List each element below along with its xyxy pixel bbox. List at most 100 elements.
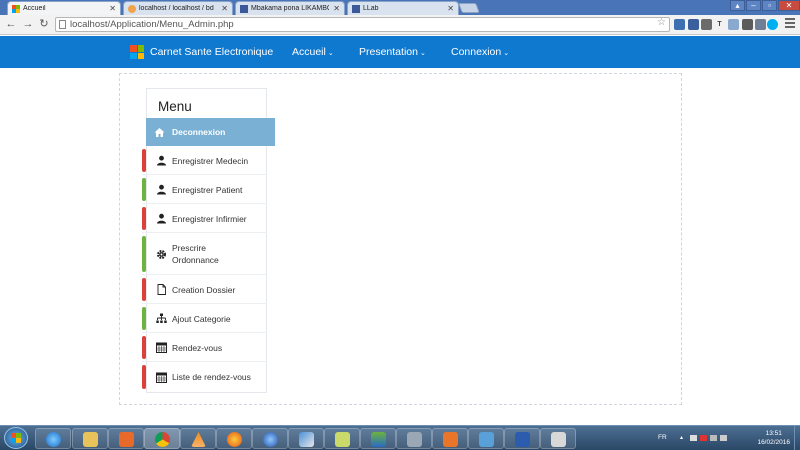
taskbar-word-icon[interactable] [504,428,540,449]
user-icon [156,213,167,224]
chevron-down-icon: ⌄ [503,50,510,57]
taskbar-vlc-icon[interactable] [180,428,216,449]
browser-tab-facebook-2[interactable]: LLab ✕ [347,1,459,15]
taskbar-pdf-icon[interactable] [432,428,468,449]
taskbar-app-icon[interactable] [252,428,288,449]
user-icon[interactable]: ▴ [730,0,745,11]
menu-item-label: Rendez-vous [172,342,223,353]
menu-item-label: Liste de rendez-vous [172,372,251,382]
facebook-icon [352,4,360,13]
browser-tab-title: Accueil [23,5,46,12]
accent-bar [142,307,146,330]
accent-bar [142,149,146,172]
network-icon[interactable] [710,435,717,441]
close-icon[interactable]: ✕ [109,4,116,13]
home-icon [154,127,165,138]
chevron-down-icon: ⌄ [419,50,426,57]
browser-tab-accueil[interactable]: Accueil ✕ [7,1,121,15]
windows-taskbar: FR ▴ 13:51 16/02/2016 [0,425,800,450]
taskbar-app-icon[interactable] [324,428,360,449]
show-desktop-button[interactable] [794,426,800,450]
clock-time: 13:51 [765,430,782,437]
taskbar-app-icon[interactable] [360,428,396,449]
chevron-up-icon[interactable]: ▴ [680,434,683,441]
minimize-button[interactable]: – [746,0,761,11]
nav-label: Accueil [292,46,326,58]
menu-item-label: Creation Dossier [172,284,236,295]
nav-label: Presentation [359,46,418,58]
accent-bar [142,278,146,301]
menu-item-creation-dossier[interactable]: Creation Dossier [142,276,267,304]
language-indicator[interactable]: FR [658,434,667,441]
taskbar-app-icon[interactable] [468,428,504,449]
browser-tab-phpmyadmin[interactable]: localhost / localhost / bd ✕ [123,1,233,15]
maximize-button[interactable]: ▫ [762,0,777,11]
close-icon[interactable]: ✕ [447,4,454,13]
taskbar-app-icon[interactable] [396,428,432,449]
translate-icon[interactable]: T [714,19,725,30]
menu-item-ajout-categorie[interactable]: Ajout Categorie [142,305,267,333]
taskbar-chrome-icon[interactable] [144,428,180,449]
menu-item-rendez-vous[interactable]: Rendez-vous [142,334,267,362]
browser-tab-bar: Accueil ✕ localhost / localhost / bd ✕ M… [0,0,800,15]
phpmyadmin-icon [128,4,136,13]
extension-icon[interactable] [701,19,712,30]
menu-item-prescrire-ordonnance[interactable]: Prescrire Ordonnance [142,234,267,275]
accent-bar [142,236,146,272]
facebook-icon [240,4,248,13]
menu-item-enregistrer-medecin[interactable]: Enregistrer Medecin [142,147,267,175]
nav-connexion[interactable]: Connexion ⌄ [451,46,509,58]
forward-arrow-icon[interactable]: → [21,17,35,31]
skype-icon[interactable] [767,19,778,30]
extension-icon[interactable] [688,19,699,30]
tray-icon[interactable] [690,435,697,441]
new-tab-button[interactable] [458,3,480,13]
tray-icon[interactable] [700,435,707,441]
user-icon [156,155,167,166]
browser-menu-icon[interactable] [785,18,795,30]
taskbar-explorer-icon[interactable] [72,428,108,449]
address-bar[interactable]: localhost/Application/Menu_Admin.php [55,17,670,32]
taskbar-media-icon[interactable] [108,428,144,449]
windows-logo-icon [130,45,144,59]
taskbar-clock[interactable]: 13:51 16/02/2016 [757,429,790,447]
close-window-button[interactable]: ✕ [778,0,800,11]
nav-presentation[interactable]: Presentation ⌄ [359,46,426,58]
browser-tab-title: localhost / localhost / bd [139,5,214,12]
taskbar-app-icon[interactable] [288,428,324,449]
extension-icon[interactable] [728,19,739,30]
menu-item-label: Deconnexion [172,127,226,137]
browser-tab-title: Mbakama pona LIKAMBC [251,5,329,12]
extension-icon[interactable] [674,19,685,30]
close-icon[interactable]: ✕ [221,4,228,13]
close-icon[interactable]: ✕ [333,4,340,13]
nav-accueil[interactable]: Accueil ⌄ [292,46,334,58]
taskbar-ie-icon[interactable] [35,428,71,449]
menu-item-enregistrer-patient[interactable]: Enregistrer Patient [142,176,267,204]
gear-icon [156,249,167,260]
menu-item-liste-rendez-vous[interactable]: Liste de rendez-vous [142,363,267,391]
menu-item-label: Enregistrer Infirmier [172,213,247,224]
user-icon [156,184,167,195]
back-arrow-icon[interactable]: ← [4,17,18,31]
browser-tab-title: LLab [363,5,379,12]
bookmark-star-icon[interactable]: ☆ [657,17,666,28]
menu-item-enregistrer-infirmier[interactable]: Enregistrer Infirmier [142,205,267,233]
taskbar-firefox-icon[interactable] [216,428,252,449]
menu-item-label: Enregistrer Medecin [172,155,249,166]
reload-icon[interactable]: ↻ [37,17,51,31]
chevron-down-icon: ⌄ [327,50,334,57]
page-icon [59,20,66,29]
clock-date: 16/02/2016 [757,439,790,446]
brand-link[interactable]: Carnet Sante Electronique [130,45,273,59]
menu-item-label: Ajout Categorie [172,313,231,324]
menu-heading: Menu [158,99,192,114]
nav-label: Connexion [451,46,502,58]
extension-icon[interactable] [742,19,753,30]
menu-item-deconnexion[interactable]: Deconnexion [146,118,275,146]
start-button[interactable] [4,427,28,449]
browser-tab-facebook-1[interactable]: Mbakama pona LIKAMBC ✕ [235,1,345,15]
volume-icon[interactable] [720,435,727,441]
taskbar-app-icon[interactable] [540,428,576,449]
extension-icon[interactable] [755,19,766,30]
